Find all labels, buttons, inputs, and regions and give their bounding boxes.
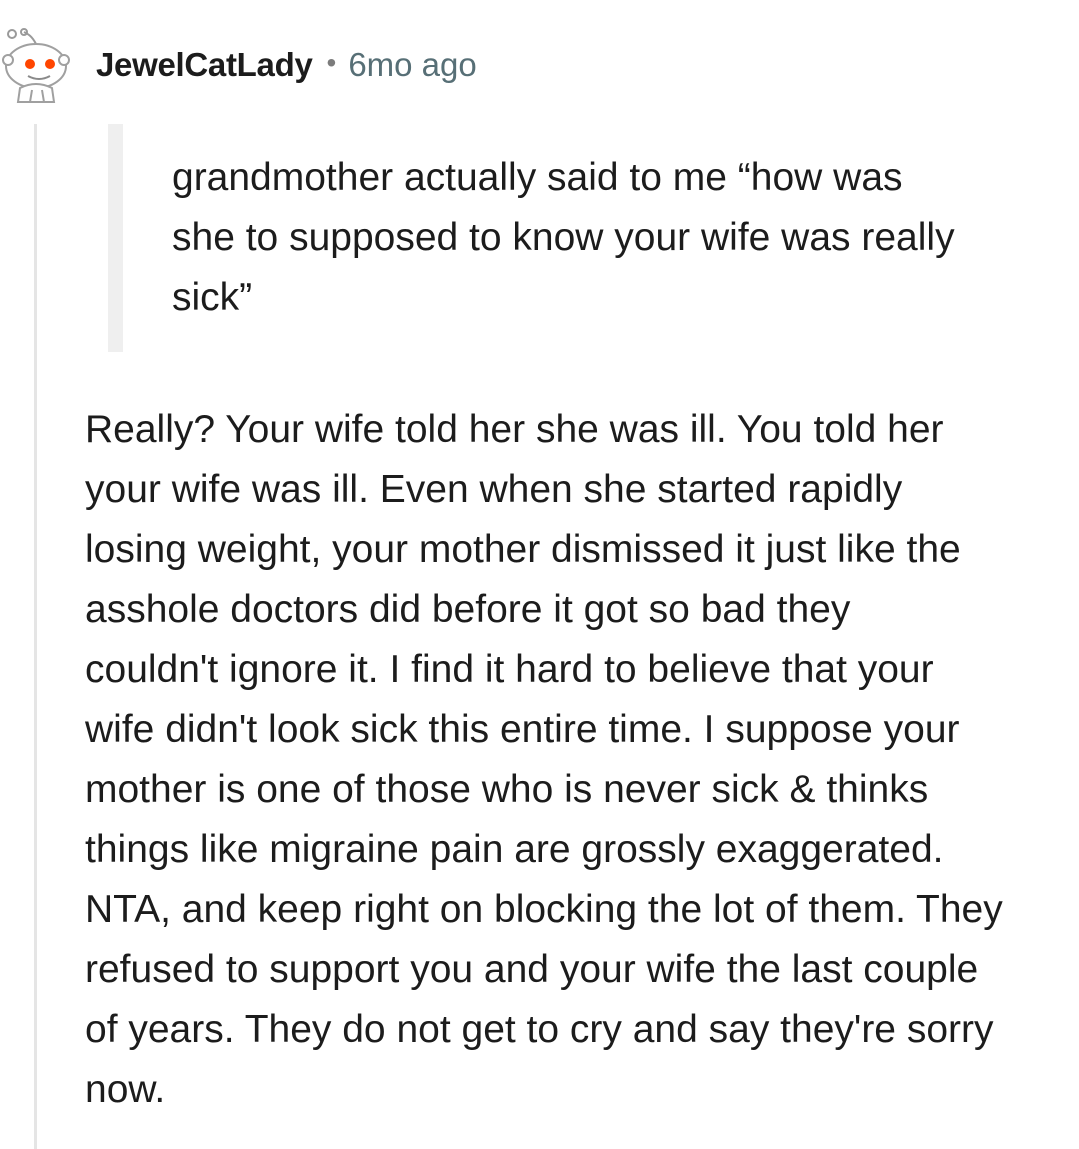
blockquote-bar xyxy=(108,124,123,352)
comment-timestamp[interactable]: 6mo ago xyxy=(348,46,476,84)
comment-body: Really? Your wife told her she was ill. … xyxy=(85,408,1003,1111)
meta-separator: • xyxy=(326,47,337,78)
username-link[interactable]: JewelCatLady xyxy=(96,46,313,84)
comment-meta: JewelCatLady • 6mo ago xyxy=(96,46,477,84)
comment-header: JewelCatLady • 6mo ago xyxy=(0,28,1079,112)
thread-collapse-line[interactable] xyxy=(34,124,37,1149)
reddit-snoo-avatar-icon[interactable] xyxy=(2,28,70,104)
blockquote-text: grandmother actually said to me “how was… xyxy=(172,156,955,319)
